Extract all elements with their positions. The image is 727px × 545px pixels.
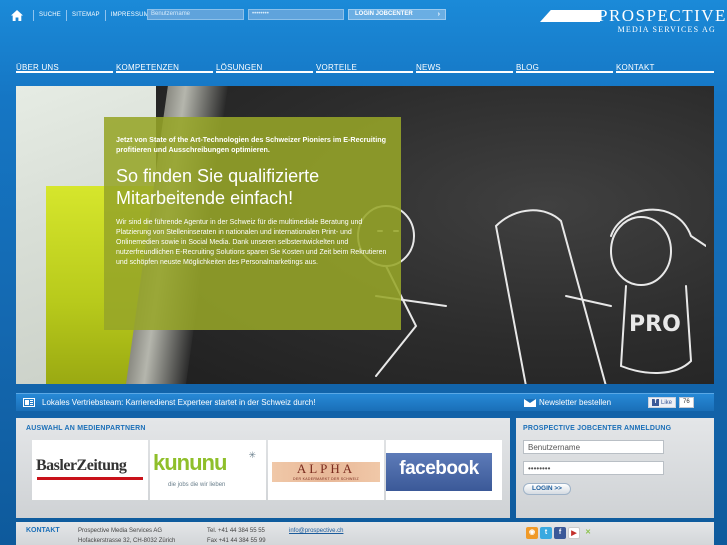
hero-body-text: Wir sind die führende Agentur in der Sch… bbox=[116, 219, 387, 266]
like-label: Like bbox=[661, 399, 673, 406]
youtube-icon[interactable]: ▶ bbox=[568, 527, 580, 539]
footer-contact-title: KONTAKT bbox=[26, 527, 60, 534]
envelope-icon bbox=[524, 399, 536, 407]
main-nav: ÜBER UNS KOMPETENZEN LÖSUNGEN VORTEILE N… bbox=[16, 57, 714, 73]
kununu-wordmark: kununu bbox=[153, 450, 227, 475]
company-logo[interactable]: PROSPECTIVE MEDIA SERVICES AG bbox=[540, 7, 725, 38]
nav-item-loesungen[interactable]: LÖSUNGEN bbox=[216, 57, 313, 73]
baslerzeitung-underline bbox=[37, 477, 143, 480]
nav-label: VORTEILE bbox=[316, 63, 358, 72]
nav-item-blog[interactable]: BLOG bbox=[516, 57, 613, 73]
jobcenter-login-title: PROSPECTIVE JOBCENTER ANMELDUNG bbox=[523, 425, 672, 432]
nav-item-ueber-uns[interactable]: ÜBER UNS bbox=[16, 57, 113, 73]
kununu-tagline: die jobs die wir lieben bbox=[168, 482, 226, 488]
newspaper-icon bbox=[23, 398, 35, 407]
footer-phone: Tel. +41 44 384 55 55 bbox=[207, 528, 265, 534]
nav-item-news[interactable]: NEWS bbox=[416, 57, 513, 73]
logo-subline: MEDIA SERVICES AG bbox=[617, 25, 716, 34]
chevron-right-icon: › bbox=[437, 11, 440, 18]
divider bbox=[104, 9, 106, 21]
partner-logo-baslerzeitung[interactable]: BaslerZeitung bbox=[32, 440, 148, 500]
nav-label: LÖSUNGEN bbox=[216, 63, 263, 72]
facebook-icon: f bbox=[652, 399, 659, 406]
alpha-tagline: DER KADERMARKT DER SCHWEIZ bbox=[293, 477, 359, 481]
nav-label: KONTAKT bbox=[616, 63, 655, 72]
sitemap-link[interactable]: SITEMAP bbox=[72, 12, 100, 18]
footer-company: Prospective Media Services AG bbox=[78, 528, 163, 534]
social-links: ◉ t f ▶ ✕ bbox=[526, 527, 594, 539]
nav-label: ÜBER UNS bbox=[16, 63, 59, 72]
nav-item-vorteile[interactable]: VORTEILE bbox=[316, 57, 413, 73]
login-jobcenter-label: LOGIN JOBCENTER bbox=[355, 11, 413, 17]
search-link[interactable]: SUCHE bbox=[39, 12, 61, 18]
jobcenter-login-panel: PROSPECTIVE JOBCENTER ANMELDUNG LOGIN >> bbox=[516, 418, 714, 518]
news-ticker: Lokales Vertriebsteam: Karrieredienst Ex… bbox=[16, 393, 714, 411]
partner-logo-alpha[interactable]: ALPHA DER KADERMARKT DER SCHWEIZ bbox=[268, 440, 384, 500]
header-password-input[interactable]: •••••••• bbox=[248, 9, 344, 20]
hero-text-box: Jetzt von State of the Art-Technologien … bbox=[104, 117, 401, 330]
partner-logo-facebook[interactable]: facebook bbox=[386, 440, 502, 500]
alpha-wordmark: ALPHA bbox=[296, 461, 356, 476]
nav-label: KOMPETENZEN bbox=[116, 63, 180, 72]
nav-label: NEWS bbox=[416, 63, 441, 72]
footer-email-link[interactable]: info@prospective.ch bbox=[289, 526, 343, 536]
login-jobcenter-button[interactable]: LOGIN JOBCENTER › bbox=[348, 9, 446, 20]
home-icon[interactable] bbox=[10, 9, 24, 22]
footer-fax: Fax +41 44 384 55 99 bbox=[207, 538, 266, 544]
facebook-like-button[interactable]: f Like bbox=[648, 397, 677, 408]
facebook-wordmark: facebook bbox=[399, 458, 479, 479]
facebook-icon[interactable]: f bbox=[554, 527, 566, 539]
utility-bar: SUCHE SITEMAP IMPRESSUM bbox=[10, 8, 149, 22]
hero-banner: PRO Jetzt von State of the Art-Technolog… bbox=[16, 86, 714, 384]
xing-icon[interactable]: ✕ bbox=[582, 527, 594, 539]
jobcenter-login-button[interactable]: LOGIN >> bbox=[523, 483, 571, 495]
footer-address: Hofackerstrasse 32, CH-8032 Zürich bbox=[78, 538, 176, 544]
facebook-like-widget: f Like 76 bbox=[648, 397, 694, 408]
chalk-text: PRO bbox=[629, 312, 681, 337]
like-count: 76 bbox=[679, 397, 694, 408]
rss-icon[interactable]: ◉ bbox=[526, 527, 538, 539]
asterisk-icon: ✳ bbox=[248, 450, 256, 460]
twitter-icon[interactable]: t bbox=[540, 527, 552, 539]
nav-label: BLOG bbox=[516, 63, 540, 72]
hero-kicker: Jetzt von State of the Art-Technologien … bbox=[116, 135, 386, 154]
divider bbox=[66, 9, 68, 21]
password-field[interactable] bbox=[523, 461, 664, 475]
header-username-input[interactable]: Benutzername bbox=[147, 9, 244, 20]
partner-logo-kununu[interactable]: kununu ✳ die jobs die wir lieben bbox=[150, 440, 266, 500]
hero-headline: So finden Sie qualifizierte Mitarbeitend… bbox=[116, 166, 320, 208]
media-partners-title: AUSWAHL AN MEDIENPARTNERN bbox=[26, 425, 146, 432]
media-partners-panel: AUSWAHL AN MEDIENPARTNERN BaslerZeitung … bbox=[16, 418, 510, 518]
logo-wordmark: PROSPECTIVE bbox=[598, 6, 727, 25]
username-field[interactable] bbox=[523, 440, 664, 454]
nav-item-kontakt[interactable]: KONTAKT bbox=[616, 57, 714, 73]
nav-item-kompetenzen[interactable]: KOMPETENZEN bbox=[116, 57, 213, 73]
logo-bar bbox=[540, 10, 600, 22]
baslerzeitung-wordmark: BaslerZeitung bbox=[36, 457, 127, 474]
news-headline-link[interactable]: Lokales Vertriebsteam: Karrieredienst Ex… bbox=[42, 398, 315, 407]
newsletter-link[interactable]: Newsletter bestellen bbox=[539, 398, 611, 407]
divider bbox=[33, 9, 34, 21]
impressum-link[interactable]: IMPRESSUM bbox=[111, 12, 149, 18]
footer-contact: KONTAKT Prospective Media Services AG Ho… bbox=[16, 522, 714, 545]
